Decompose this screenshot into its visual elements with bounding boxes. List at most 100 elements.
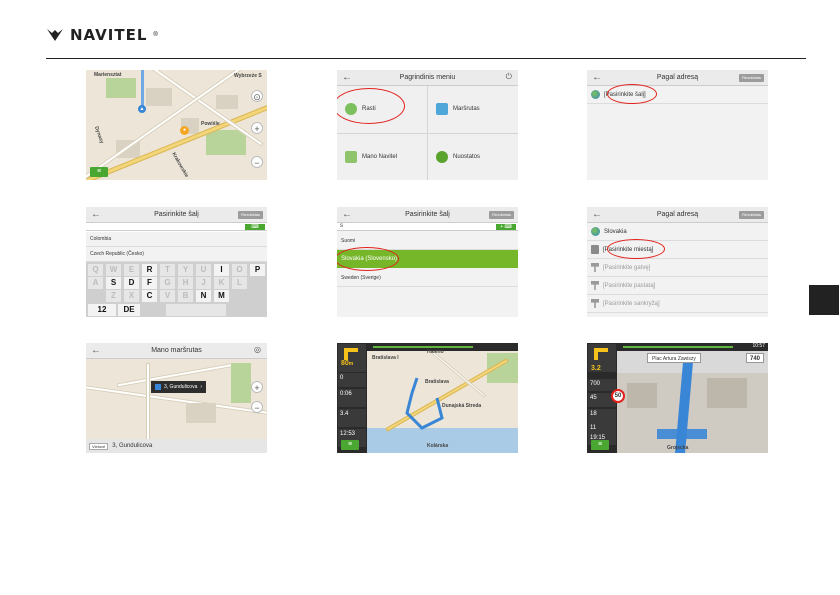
globe-icon	[591, 227, 600, 236]
menu-item-my-navitel[interactable]: Mano Navitel	[337, 133, 427, 180]
result-button[interactable]: Rezultatas	[739, 74, 764, 82]
result-button[interactable]: Rezultatas	[489, 211, 514, 219]
turn-arrow-icon	[344, 348, 358, 360]
list-item[interactable]: Sweden (Sverige)	[337, 269, 518, 287]
keyboard-key[interactable]: M	[214, 290, 229, 302]
zoom-in-button[interactable]: +	[251, 122, 263, 134]
shot-by-address-city: ← Pagal adresą Rezultatas Slovakia [Pasi…	[587, 207, 768, 317]
language-key[interactable]: DE	[118, 304, 140, 316]
lane-indicator	[657, 429, 707, 439]
info-cell: 0:06	[338, 389, 366, 407]
keyboard-key[interactable]: F	[142, 277, 157, 289]
search-input[interactable]: ⌨	[86, 223, 267, 231]
search-input[interactable]: s + ⌨	[337, 223, 518, 231]
keyboard-key[interactable]: O	[232, 264, 247, 276]
menu-item-settings[interactable]: Nuostatos	[428, 133, 518, 180]
menu-button[interactable]: ≡	[591, 440, 609, 450]
screen-title: Pagrindinis meniu	[399, 74, 456, 81]
space-key[interactable]	[166, 304, 226, 316]
keyboard-key[interactable]: C	[142, 290, 157, 302]
zoom-out-button[interactable]: −	[251, 401, 263, 413]
map-label: Wybrzeże S	[234, 73, 262, 79]
info-cell: 3.4	[338, 409, 366, 427]
menu-item-label: Nuostatos	[453, 153, 481, 160]
list-item-crossing[interactable]: [Pasirinkite sankryžą]	[587, 295, 768, 313]
keyboard-key[interactable]: Z	[106, 290, 121, 302]
keyboard-key[interactable]: Q	[88, 264, 103, 276]
result-button[interactable]: Rezultatas	[238, 211, 263, 219]
info-cell: 18	[588, 409, 616, 423]
keyboard-key[interactable]: K	[214, 277, 229, 289]
menu-button[interactable]: ≡	[90, 167, 108, 177]
keyboard-key[interactable]: A	[88, 277, 103, 289]
poi-icon: ●	[180, 126, 189, 135]
info-cell: 700	[588, 379, 616, 391]
brand-name: NAVITEL	[70, 26, 148, 44]
list-item-building[interactable]: [Pasirinkite pastatą]	[587, 277, 768, 295]
keyboard-key[interactable]: Y	[178, 264, 193, 276]
keyboard-key[interactable]: R	[142, 264, 157, 276]
keyboard-key[interactable]: D	[124, 277, 139, 289]
info-cell: 0	[338, 373, 366, 387]
map-label: Kolárska	[427, 443, 449, 449]
keyboard-toggle-button[interactable]: + ⌨	[496, 224, 516, 230]
list-item-label: Colombia	[90, 236, 112, 242]
keyboard-key[interactable]: N	[196, 290, 211, 302]
turn-distance: 80m	[341, 360, 354, 367]
result-button[interactable]: Rezultatas	[739, 211, 764, 219]
street-name: Plac Artura Zawiszy	[647, 353, 701, 363]
menu-button[interactable]: ≡	[341, 440, 359, 450]
brand-reg: ®	[153, 32, 158, 38]
keyboard-key[interactable]: V	[160, 290, 175, 302]
keyboard-key[interactable]: G	[160, 277, 175, 289]
map-label: Powiśle	[201, 121, 220, 127]
keyboard-toggle-button[interactable]: ⌨	[245, 224, 265, 230]
list-item-label: [Pasirinkite pastatą]	[603, 282, 656, 289]
keyboard-key[interactable]: S	[106, 277, 121, 289]
keyboard-key[interactable]: P	[250, 264, 265, 276]
keyboard-key[interactable]: T	[160, 264, 175, 276]
map-label: Dunajská Streda	[442, 403, 482, 409]
list-item-street[interactable]: [Pasirinkite gatvę]	[587, 259, 768, 277]
keyboard-key[interactable]: H	[178, 277, 193, 289]
menu-item-label: Mano Navitel	[362, 153, 398, 160]
keyboard-key[interactable]: E	[124, 264, 139, 276]
list-item-label: Czech Republic (Česko)	[90, 251, 144, 257]
power-icon[interactable]: ⏻	[506, 72, 512, 82]
keyboard-key[interactable]: J	[196, 277, 211, 289]
route-destination: 3, Gundulicova	[112, 443, 153, 449]
highlight-circle	[337, 247, 399, 271]
phone-icon	[345, 150, 357, 163]
numeric-key[interactable]: 12	[88, 304, 116, 316]
bottom-bar: Vietovė 3, Gundulicova	[86, 439, 267, 453]
compass-icon[interactable]: ⊙	[251, 90, 263, 102]
highlight-circle	[607, 84, 657, 104]
building-icon	[591, 245, 599, 254]
list-item[interactable]: Colombia	[86, 232, 267, 247]
zoom-in-button[interactable]: +	[251, 381, 263, 393]
globe-icon[interactable]: ◎	[254, 345, 261, 354]
shot-route-navigation: 80m 0 0:06 3.4 12:53 Haleho Bratislava I…	[337, 343, 518, 453]
keyboard-key[interactable]: L	[232, 277, 247, 289]
keyboard-key[interactable]: X	[124, 290, 139, 302]
map-label: Bratislava	[425, 379, 449, 385]
list-item-label: Slovakia	[604, 228, 627, 235]
keyboard-key[interactable]: B	[178, 290, 193, 302]
list-item-label: [Pasirinkite gatvę]	[603, 264, 651, 271]
menu-item-route[interactable]: Maršrutas	[428, 86, 518, 133]
keyboard-key[interactable]: U	[196, 264, 211, 276]
keyboard-key[interactable]: W	[106, 264, 121, 276]
list-item-country[interactable]: Slovakia	[587, 223, 768, 241]
list-item[interactable]: Czech Republic (Česko)	[86, 247, 267, 262]
speed-limit-sign: 50	[611, 389, 625, 403]
location-popup[interactable]: 3, Gundulicova ›	[151, 381, 207, 393]
shot-main-menu: ← Pagrindinis meniu ⏻ Rasti Maršrutas Ma…	[337, 70, 518, 180]
list-item-label: [Pasirinkite sankryžą]	[603, 300, 660, 307]
route-type-button[interactable]: Vietovė	[89, 442, 109, 450]
zoom-out-button[interactable]: −	[251, 156, 263, 168]
page-side-tab	[809, 285, 839, 315]
shot-by-address: ← Pagal adresą Rezultatas [Pasirinkite š…	[587, 70, 768, 180]
location-icon: ▲	[138, 105, 146, 113]
keyboard-key[interactable]: I	[214, 264, 229, 276]
shot-3d-navigation: 10:57 Plac Artura Zawiszy 740 3.2 700 45…	[587, 343, 768, 453]
